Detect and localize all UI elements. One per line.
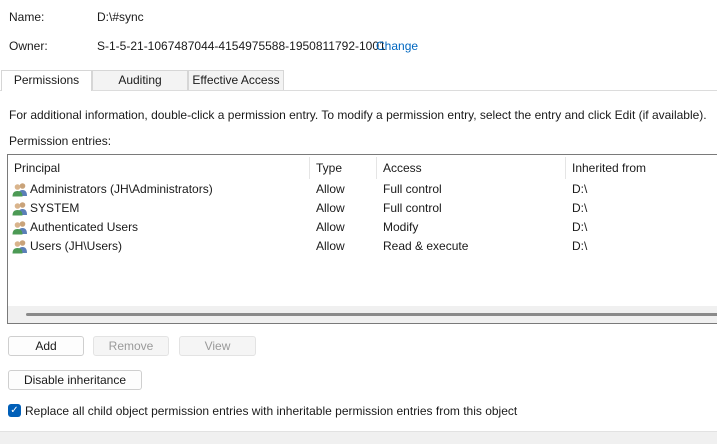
type-cell: Allow [316,182,345,196]
permission-entries-list[interactable]: Principal Type Access Inherited from Adm… [7,154,717,324]
users-group-icon [12,202,27,216]
inherited-cell: D:\ [572,220,588,234]
replace-child-permissions-checkbox[interactable]: ✓ [8,404,21,417]
column-header-access[interactable]: Access [377,157,566,179]
scrollbar-thumb[interactable] [26,313,717,316]
inherited-cell: D:\ [572,182,588,196]
tab-divider [0,90,717,91]
type-cell: Allow [316,239,345,253]
tab-permissions[interactable]: Permissions [1,70,92,91]
access-cell: Read & execute [383,239,469,253]
table-row[interactable]: Authenticated Users Allow Modify D:\ [8,218,717,237]
tab-effective-access[interactable]: Effective Access [188,70,284,90]
owner-label: Owner: [9,39,48,53]
owner-value: S-1-5-21-1067487044-4154975588-195081179… [97,39,386,53]
table-row[interactable]: Administrators (JH\Administrators) Allow… [8,180,717,199]
column-header-inherited-from[interactable]: Inherited from [566,157,717,179]
disable-inheritance-button[interactable]: Disable inheritance [8,370,142,390]
name-value: D:\#sync [97,10,144,24]
horizontal-scrollbar[interactable] [8,306,717,323]
access-cell: Full control [383,201,442,215]
table-row[interactable]: Users (JH\Users) Allow Read & execute D:… [8,237,717,256]
principal-cell: Administrators (JH\Administrators) [30,182,213,196]
checkmark-icon: ✓ [10,405,19,416]
principal-cell: Authenticated Users [30,220,139,234]
type-cell: Allow [316,220,345,234]
column-header-principal[interactable]: Principal [8,157,310,179]
name-label: Name: [9,10,45,24]
users-group-icon [12,183,27,197]
add-button[interactable]: Add [8,336,84,356]
inherited-cell: D:\ [572,201,588,215]
inherited-cell: D:\ [572,239,588,253]
access-cell: Modify [383,220,419,234]
dialog-footer-strip [0,431,717,444]
principal-cell: Users (JH\Users) [30,239,122,253]
users-group-icon [12,240,27,254]
remove-button[interactable]: Remove [93,336,169,356]
principal-cell: SYSTEM [30,201,80,215]
entries-label: Permission entries: [9,134,112,148]
view-button[interactable]: View [179,336,256,356]
type-cell: Allow [316,201,345,215]
tab-auditing[interactable]: Auditing [92,70,188,90]
users-group-icon [12,221,27,235]
replace-child-permissions-label[interactable]: Replace all child object permission entr… [25,404,517,418]
info-text: For additional information, double-click… [9,108,707,122]
change-owner-link[interactable]: Change [376,39,418,53]
column-header-type[interactable]: Type [310,157,377,179]
table-row[interactable]: SYSTEM Allow Full control D:\ [8,199,717,218]
access-cell: Full control [383,182,442,196]
